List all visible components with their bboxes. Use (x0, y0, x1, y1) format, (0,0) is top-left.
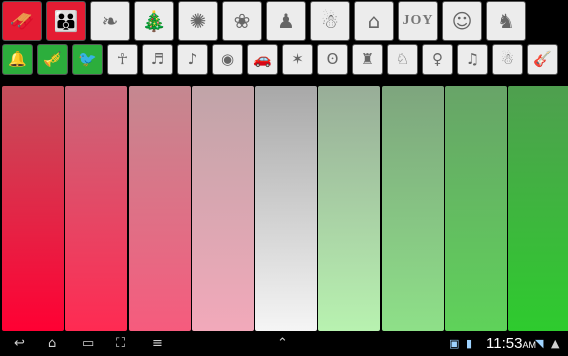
gramophone-icon: ♪ (187, 50, 198, 68)
key-9[interactable] (508, 86, 568, 331)
menu-icon[interactable]: ≡ (152, 335, 163, 353)
carolers-icon: 👪 (53, 9, 79, 33)
wifi-icon: ◥ (535, 337, 544, 350)
toy-drum-icon: ◉ (220, 50, 235, 68)
battery-icon: ▮ (466, 337, 473, 350)
joy-text-icon: JOY (402, 13, 434, 28)
toy-soldier-button[interactable]: ♜ (352, 44, 383, 75)
elf-icon: ☺ (451, 9, 473, 33)
santa-sleigh-icon: 🛷 (9, 9, 35, 33)
category-toolbar: 🛷 👪 ❧ 🎄 ✺ ❀ ♟ ☃ ⌂ JOY ☺ ♞ (2, 1, 530, 41)
toy-car-icon: 🚗 (253, 50, 272, 68)
bird-icon: 🐦 (78, 50, 97, 68)
holly-icon: ❧ (101, 9, 119, 33)
gramophone-button[interactable]: ♪ (177, 44, 208, 75)
screenshot-icon[interactable]: ⛶ (116, 335, 125, 353)
key-8[interactable] (445, 86, 508, 331)
clock: 11:53AM (486, 335, 536, 352)
bells-button[interactable]: 🔔 (2, 44, 33, 75)
key-6[interactable] (318, 86, 381, 331)
trumpet-icon: 🎺 (43, 50, 62, 68)
fawn-icon: ♘ (395, 50, 410, 68)
angel-icon: ☥ (116, 50, 129, 68)
recent-apps-icon[interactable]: ▭ (82, 335, 94, 353)
home-icon[interactable]: ⌂ (48, 335, 56, 353)
reindeer-icon: ♞ (497, 9, 515, 33)
holly-button[interactable]: ❧ (90, 1, 130, 41)
snowman-button[interactable]: ☃ (310, 1, 350, 41)
girl-icon: ♀ (432, 50, 443, 68)
teddy-bear-button[interactable]: ʘ (317, 44, 348, 75)
reindeer-button[interactable]: ♞ (486, 1, 526, 41)
snowman-icon: ☃ (321, 9, 339, 33)
guitar-icon: 🎸 (533, 50, 552, 68)
christmas-tree-icon: 🎄 (141, 9, 167, 33)
system-navigation-bar: ↩ ⌂ ▭ ⛶ ≡ ⌃ ▣ ▮ 11:53AM ◥ ▲ (0, 333, 568, 355)
toy-drum-button[interactable]: ◉ (212, 44, 243, 75)
key-3[interactable] (128, 86, 191, 331)
snowman-small-icon: ☃ (500, 50, 515, 68)
piano-button[interactable]: ♬ (142, 44, 173, 75)
key-2[interactable] (65, 86, 128, 331)
signal-icon: ▲ (551, 337, 560, 350)
fireworks-button[interactable]: ✺ (178, 1, 218, 41)
trumpet-button[interactable]: 🎺 (37, 44, 68, 75)
joy-text-button[interactable]: JOY (398, 1, 438, 41)
sleigh-bells-icon: ♫ (465, 50, 480, 68)
bird-button[interactable]: 🐦 (72, 44, 103, 75)
santa-sleigh-button[interactable]: 🛷 (2, 1, 42, 41)
elf-button[interactable]: ☺ (442, 1, 482, 41)
toy-car-button[interactable]: 🚗 (247, 44, 278, 75)
color-keyboard (2, 86, 568, 331)
instrument-toolbar: 🔔 🎺 🐦 ☥ ♬ ♪ ◉ 🚗 ✶ ʘ ♜ ♘ ♀ ♫ ☃ 🎸 (2, 44, 562, 75)
snowy-house-button[interactable]: ⌂ (354, 1, 394, 41)
bells-icon: 🔔 (8, 50, 27, 68)
key-4[interactable] (191, 86, 254, 331)
sleigh-bells-button[interactable]: ♫ (457, 44, 488, 75)
chevron-up-icon[interactable]: ⌃ (277, 335, 288, 353)
angel-button[interactable]: ☥ (107, 44, 138, 75)
fireworks-icon: ✺ (189, 9, 207, 33)
key-5[interactable] (255, 86, 318, 331)
fawn-button[interactable]: ♘ (387, 44, 418, 75)
guitar-button[interactable]: 🎸 (527, 44, 558, 75)
piano-icon: ♬ (150, 50, 165, 68)
gallery-notification-icon: ▣ (449, 337, 460, 350)
snowy-house-icon: ⌂ (367, 9, 381, 33)
choir-icon: ♟ (277, 9, 295, 33)
snowman-small-button[interactable]: ☃ (492, 44, 523, 75)
girl-button[interactable]: ♀ (422, 44, 453, 75)
key-1[interactable] (2, 86, 64, 331)
gingerbread-man-icon: ✶ (291, 50, 304, 68)
wreath-icon: ❀ (233, 9, 251, 33)
gingerbread-man-button[interactable]: ✶ (282, 44, 313, 75)
choir-button[interactable]: ♟ (266, 1, 306, 41)
wreath-button[interactable]: ❀ (222, 1, 262, 41)
toy-soldier-icon: ♜ (360, 50, 375, 68)
teddy-bear-icon: ʘ (326, 50, 339, 68)
key-7[interactable] (381, 86, 444, 331)
christmas-tree-button[interactable]: 🎄 (134, 1, 174, 41)
back-icon[interactable]: ↩ (14, 335, 25, 353)
carolers-button[interactable]: 👪 (46, 1, 86, 41)
